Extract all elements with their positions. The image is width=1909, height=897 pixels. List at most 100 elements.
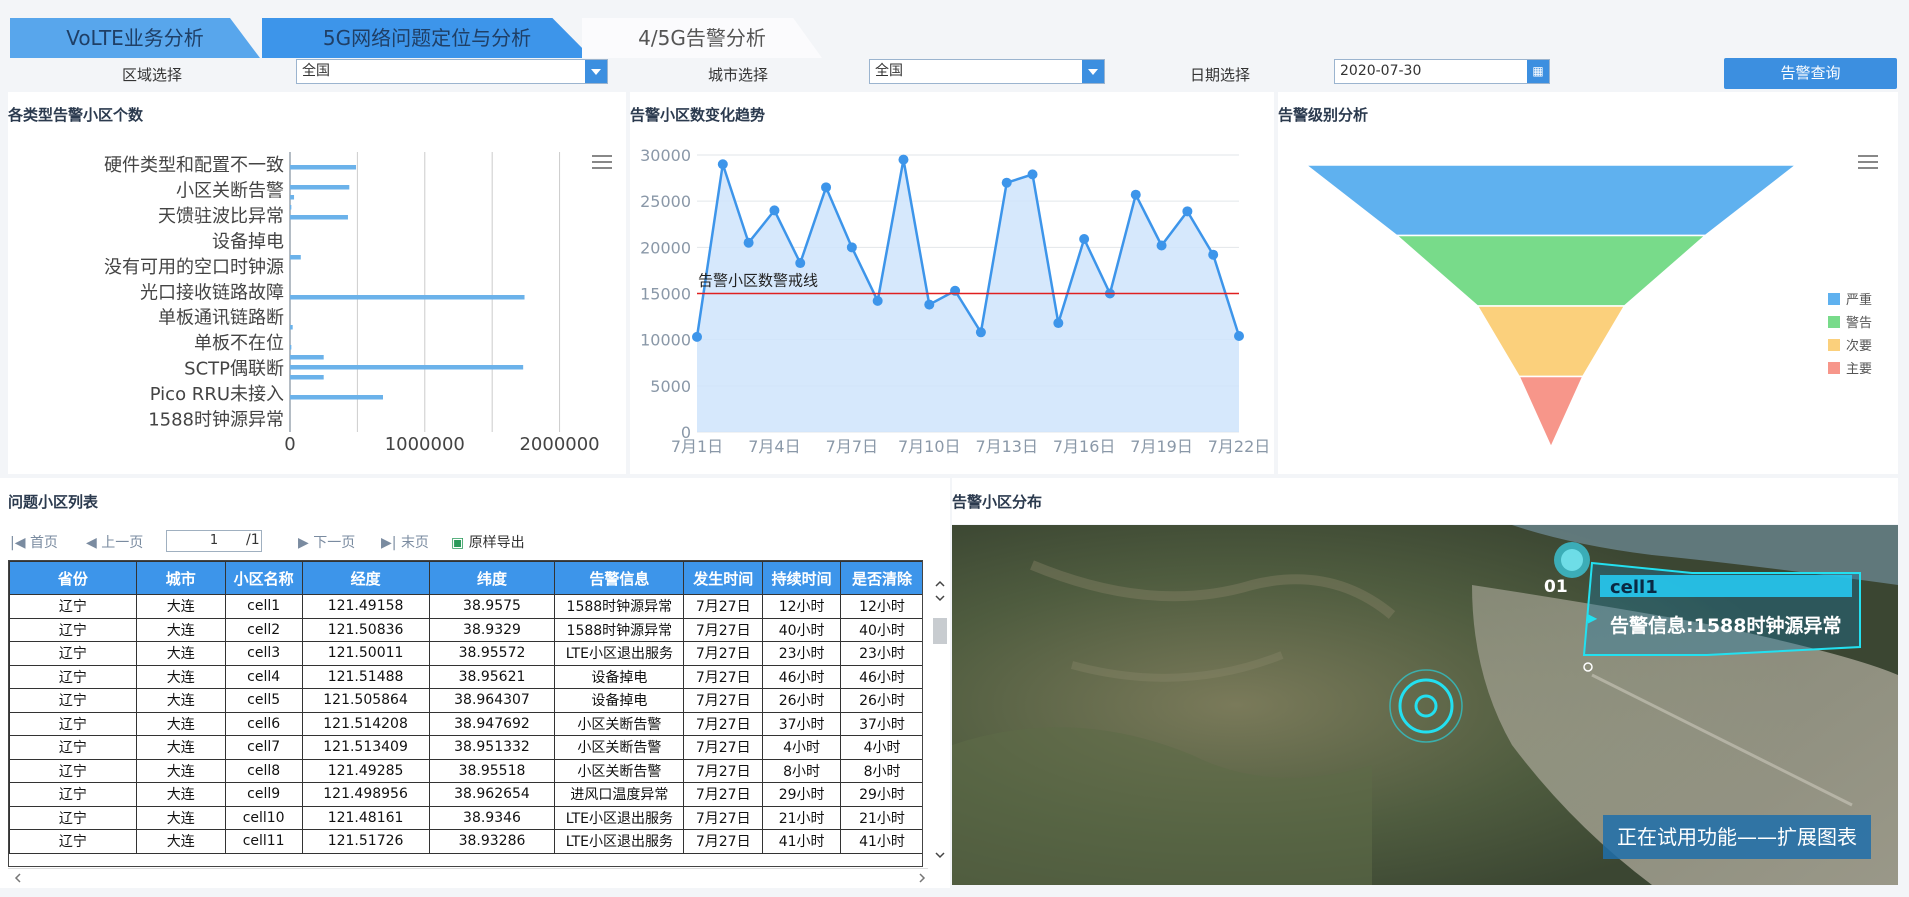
data-point bbox=[1208, 249, 1219, 260]
table-cell: 121.48161 bbox=[301, 805, 430, 830]
table-cell: LTE小区退出服务 bbox=[554, 805, 685, 830]
table-row[interactable]: 辽宁 大连 cell7 121.513409 38.951332 小区关断告警 7月27日 4… bbox=[9, 735, 922, 760]
table-row[interactable]: 辽宁 大连 cell8 121.49285 38.95518 小区关断告警 7月27日 8小时… bbox=[9, 758, 922, 783]
data-point bbox=[821, 182, 832, 193]
list-title: 问题小区列表 bbox=[8, 493, 99, 511]
threshold-label: 告警小区数警戒线 bbox=[698, 272, 818, 290]
bar bbox=[290, 325, 293, 330]
bar bbox=[290, 165, 357, 170]
table-row[interactable]: 辽宁 大连 cell4 121.51488 38.95621 设备掉电 7月27日 46小时 4… bbox=[9, 664, 922, 689]
data-point bbox=[898, 154, 909, 165]
table-cell: 大连 bbox=[135, 688, 226, 713]
last-page-button[interactable]: ▶| 末页 bbox=[381, 532, 429, 552]
table-cell: 40小时 bbox=[762, 617, 842, 642]
table-row[interactable]: 辽宁 大连 cell10 121.48161 38.9346 LTE小区退出服务 7月27日… bbox=[9, 805, 922, 830]
export-button[interactable]: ▣ 原样导出 bbox=[451, 532, 525, 552]
table-cell: 4小时 bbox=[840, 735, 922, 760]
calendar-icon[interactable]: ▦ bbox=[1527, 60, 1549, 83]
table-cell: 辽宁 bbox=[9, 711, 137, 736]
alarm-query-button[interactable]: 告警查询 bbox=[1724, 58, 1897, 89]
table-body: 辽宁 大连 cell1 121.49158 38.9575 1588时钟源异常 7月27日 1… bbox=[9, 594, 922, 854]
table-row[interactable]: 辽宁 大连 cell5 121.505864 38.964307 设备掉电 7月27日 26小… bbox=[9, 688, 922, 713]
table-cell: 37小时 bbox=[840, 711, 922, 736]
table-cell: 121.51488 bbox=[301, 664, 430, 689]
table-cell: 大连 bbox=[135, 617, 226, 642]
map-title-bar bbox=[952, 478, 1898, 524]
table-cell: 辽宁 bbox=[9, 688, 137, 713]
region-select[interactable]: 全国 bbox=[296, 59, 608, 84]
column-header[interactable]: 是否清除 bbox=[840, 561, 922, 595]
legend-label: 警告 bbox=[1846, 315, 1872, 331]
table-cell: cell3 bbox=[224, 641, 303, 666]
data-point bbox=[769, 205, 780, 216]
tab-5g-network[interactable]: 5G网络问题定位与分析 bbox=[262, 18, 592, 58]
trial-feature-banner[interactable]: 正在试用功能——扩展图表 bbox=[1603, 815, 1871, 859]
table-cell: 小区关断告警 bbox=[554, 735, 685, 760]
y-tick-label: 设备掉电 bbox=[212, 231, 284, 252]
table-row[interactable]: 辽宁 大连 cell2 121.50836 38.9329 1588时钟源异常 7月27日 4… bbox=[9, 617, 922, 642]
table-cell: 大连 bbox=[135, 829, 226, 854]
bar bbox=[290, 215, 348, 220]
table-cell: 8小时 bbox=[762, 758, 842, 783]
city-value: 全国 bbox=[875, 63, 903, 79]
table-cell: 121.50011 bbox=[301, 641, 430, 666]
table-row[interactable]: 辽宁 大连 cell1 121.49158 38.9575 1588时钟源异常 7月27日 1… bbox=[9, 594, 922, 619]
table-cell: 46小时 bbox=[762, 664, 842, 689]
bar bbox=[290, 185, 350, 190]
column-header[interactable]: 经度 bbox=[301, 561, 430, 595]
table-cell: 7月27日 bbox=[683, 664, 764, 689]
city-select[interactable]: 全国 bbox=[869, 59, 1105, 84]
funnel-slice bbox=[1517, 375, 1585, 449]
table-cell: 7月27日 bbox=[683, 735, 764, 760]
region-value: 全国 bbox=[302, 63, 330, 79]
table-cell: 小区关断告警 bbox=[554, 711, 685, 736]
table-row[interactable]: 辽宁 大连 cell11 121.51726 38.93286 LTE小区退出服务 7月27… bbox=[9, 829, 922, 854]
top-tabs: VoLTE业务分析 5G网络问题定位与分析 4/5G告警分析 bbox=[10, 18, 910, 58]
column-header[interactable]: 省份 bbox=[9, 561, 137, 595]
table-cell: 38.951332 bbox=[428, 735, 556, 760]
column-header[interactable]: 纬度 bbox=[428, 561, 556, 595]
vertical-scrollbar[interactable] bbox=[930, 578, 950, 868]
table-row[interactable]: 辽宁 大连 cell6 121.514208 38.947692 小区关断告警 7月27日 3… bbox=[9, 711, 922, 736]
horizontal-scrollbar[interactable] bbox=[8, 868, 928, 886]
region-label: 区域选择 bbox=[122, 66, 183, 84]
y-tick-label: SCTP偶联断 bbox=[184, 359, 284, 380]
table-cell: 8小时 bbox=[840, 758, 922, 783]
first-page-button[interactable]: |◀ 首页 bbox=[10, 532, 58, 552]
legend-swatch bbox=[1828, 362, 1840, 374]
table-cell: 40小时 bbox=[840, 617, 922, 642]
column-header[interactable]: 小区名称 bbox=[224, 561, 303, 595]
next-page-button[interactable]: ▶ 下一页 bbox=[298, 532, 355, 552]
column-header[interactable]: 告警信息 bbox=[554, 561, 685, 595]
table-cell: 进风口温度异常 bbox=[554, 782, 685, 807]
column-header[interactable]: 持续时间 bbox=[762, 561, 842, 595]
problem-cell-table: 省份 城市 小区名称 经度 纬度 告警信息 发生时间 持续时间 是否清除 辽宁 大连 cell1 12… bbox=[8, 560, 923, 867]
table-row[interactable]: 辽宁 大连 cell9 121.498956 38.962654 进风口温度异常 7月27日… bbox=[9, 782, 922, 807]
table-cell: 38.9329 bbox=[428, 617, 556, 642]
chevron-down-icon[interactable] bbox=[1082, 60, 1104, 83]
table-cell: cell1 bbox=[224, 594, 303, 619]
table-cell: 46小时 bbox=[840, 664, 922, 689]
x-tick-label: 2000000 bbox=[519, 434, 599, 455]
city-label: 城市选择 bbox=[708, 66, 769, 84]
date-input[interactable]: 2020-07-30 ▦ bbox=[1334, 59, 1550, 84]
column-header[interactable]: 城市 bbox=[135, 561, 226, 595]
prev-page-button[interactable]: ◀ 上一页 bbox=[86, 532, 143, 552]
table-cell: 大连 bbox=[135, 641, 226, 666]
tab-volte[interactable]: VoLTE业务分析 bbox=[10, 18, 260, 58]
tab-alarm-analysis[interactable]: 4/5G告警分析 bbox=[582, 18, 822, 58]
date-label: 日期选择 bbox=[1190, 66, 1251, 84]
y-tick-label: 10000 bbox=[640, 331, 691, 350]
table-cell: 21小时 bbox=[840, 805, 922, 830]
legend-swatch bbox=[1828, 339, 1840, 351]
table-cell: 41小时 bbox=[762, 829, 842, 854]
table-cell: 辽宁 bbox=[9, 758, 137, 783]
table-cell: 38.947692 bbox=[428, 711, 556, 736]
data-point bbox=[1182, 206, 1193, 217]
column-header[interactable]: 发生时间 bbox=[683, 561, 764, 595]
table-row[interactable]: 辽宁 大连 cell3 121.50011 38.95572 LTE小区退出服务 7月27日… bbox=[9, 641, 922, 666]
data-point bbox=[1027, 169, 1038, 180]
series-area bbox=[697, 159, 1239, 432]
table-cell: 大连 bbox=[135, 735, 226, 760]
chevron-down-icon[interactable] bbox=[585, 60, 607, 83]
